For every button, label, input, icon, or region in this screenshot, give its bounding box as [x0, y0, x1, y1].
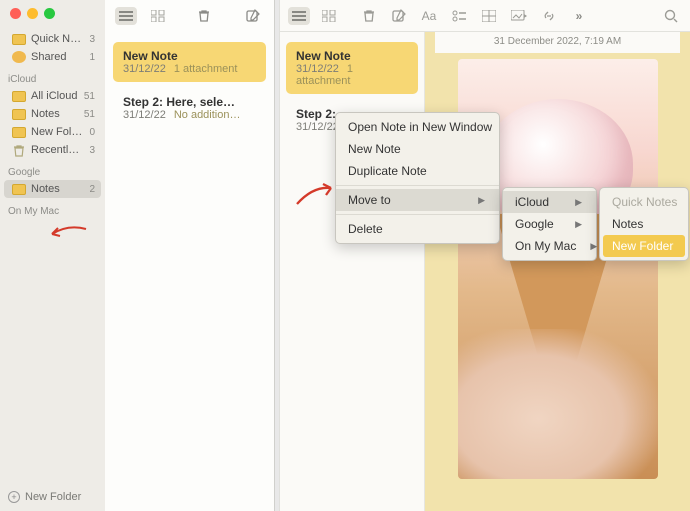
note-timestamp: 31 December 2022, 7:19 AM — [435, 32, 680, 53]
folder-icon — [12, 109, 26, 120]
sidebar-item-count: 3 — [89, 145, 95, 156]
grid-view-icon[interactable] — [147, 7, 169, 25]
sidebar-item-label: Quick No… — [31, 33, 84, 45]
window-controls — [10, 8, 55, 19]
note-subline: 31/12/221 attachment — [123, 63, 256, 75]
sidebar-item-count: 51 — [84, 91, 95, 102]
zoom-dot[interactable] — [44, 8, 55, 19]
sidebar-item-label: New Fol… — [31, 126, 82, 138]
note-title: New Note — [296, 49, 408, 63]
submenu-quicknotes: Quick Notes — [600, 191, 688, 213]
more-icon[interactable]: » — [568, 7, 590, 25]
submenu-icloud[interactable]: iCloud▶ — [503, 191, 596, 213]
annotation-arrow — [48, 225, 88, 239]
submenu-accounts: iCloud▶ Google▶ On My Mac▶ — [502, 187, 597, 261]
shared-icon — [12, 51, 26, 63]
chevron-right-icon: ▶ — [576, 241, 597, 252]
media-icon[interactable] — [508, 7, 530, 25]
checklist-icon[interactable] — [448, 7, 470, 25]
sidebar-item-label: Recently… — [31, 144, 84, 156]
folder-icon — [12, 127, 26, 138]
sidebar-item-recently[interactable]: Recently… 3 — [4, 141, 101, 159]
context-menu: Open Note in New Window New Note Duplica… — [335, 112, 500, 244]
window-notes-editor: Aa » New Note 31/12/221 attachment Step … — [279, 0, 690, 511]
close-dot[interactable] — [10, 8, 21, 19]
note-subline: 31/12/221 attachment — [296, 63, 408, 87]
list-view-icon[interactable] — [288, 7, 310, 25]
search-icon[interactable] — [660, 7, 682, 25]
link-icon[interactable] — [538, 7, 560, 25]
sidebar-item-count: 3 — [89, 34, 95, 45]
menu-separator — [336, 214, 499, 215]
sidebar-item-shared[interactable]: Shared 1 — [4, 48, 101, 66]
sidebar-section-icloud: iCloud — [0, 66, 105, 87]
note-subline: 31/12/22No addition… — [123, 109, 256, 121]
sidebar-section-onmymac: On My Mac — [0, 198, 105, 219]
note-editor: 31 December 2022, 7:19 AM — [425, 32, 690, 511]
submenu-google[interactable]: Google▶ — [503, 213, 596, 235]
menu-separator — [336, 185, 499, 186]
sidebar-item-newfolder[interactable]: New Fol… 0 — [4, 123, 101, 141]
plus-circle-icon: + — [8, 491, 20, 503]
compose-icon[interactable] — [242, 7, 264, 25]
note-card[interactable]: Step 2: Here, sele… 31/12/22No addition… — [113, 88, 266, 128]
chevron-right-icon: ▶ — [561, 219, 582, 230]
sidebar-item-count: 51 — [84, 109, 95, 120]
menu-move-to[interactable]: Move to▶ — [336, 189, 499, 211]
sidebar-item-count: 0 — [89, 127, 95, 138]
list-view-icon[interactable] — [115, 7, 137, 25]
editor-notes-list: New Note 31/12/221 attachment Step 2: 31… — [280, 32, 425, 511]
sidebar-item-allicloud[interactable]: All iCloud 51 — [4, 87, 101, 105]
folder-icon — [12, 184, 26, 195]
sidebar-item-notes[interactable]: Notes 51 — [4, 105, 101, 123]
list-toolbar — [105, 0, 274, 32]
note-card[interactable]: New Note 31/12/221 attachment — [286, 42, 418, 94]
trash-icon — [12, 144, 26, 156]
submenu-onmymac[interactable]: On My Mac▶ — [503, 235, 596, 257]
grid-view-icon[interactable] — [318, 7, 340, 25]
editor-toolbar: Aa » — [280, 0, 690, 32]
sidebar-item-count: 2 — [89, 184, 95, 195]
minimize-dot[interactable] — [27, 8, 38, 19]
submenu-newfolder[interactable]: New Folder — [603, 235, 685, 257]
sidebar-item-label: All iCloud — [31, 90, 77, 102]
folders-sidebar: Quick No… 3 Shared 1 iCloud All iCloud 5… — [0, 0, 105, 511]
new-folder-button[interactable]: + New Folder — [0, 485, 105, 511]
sidebar-item-count: 1 — [89, 52, 95, 63]
trash-icon[interactable] — [193, 7, 215, 25]
chevron-right-icon: ▶ — [464, 195, 485, 206]
submenu-folders: Quick Notes Notes New Folder — [599, 187, 689, 261]
window-notes-sidebar: Quick No… 3 Shared 1 iCloud All iCloud 5… — [0, 0, 275, 511]
folder-icon — [12, 91, 26, 102]
sidebar-item-label: Notes — [31, 108, 60, 120]
note-card[interactable]: New Note 31/12/221 attachment — [113, 42, 266, 82]
sidebar-item-label: Shared — [31, 51, 66, 63]
sidebar-item-label: Notes — [31, 183, 60, 195]
folder-icon — [12, 34, 26, 45]
note-title: New Note — [123, 49, 256, 63]
compose-icon[interactable] — [388, 7, 410, 25]
notes-list-pane: New Note 31/12/221 attachment Step 2: He… — [105, 0, 274, 511]
note-title: Step 2: Here, sele… — [123, 95, 256, 109]
sidebar-item-google-notes[interactable]: Notes 2 — [4, 180, 101, 198]
trash-icon[interactable] — [358, 7, 380, 25]
submenu-notes[interactable]: Notes — [600, 213, 688, 235]
sidebar-section-google: Google — [0, 159, 105, 180]
chevron-right-icon: ▶ — [561, 197, 582, 208]
format-text-icon[interactable]: Aa — [418, 7, 440, 25]
table-icon[interactable] — [478, 7, 500, 25]
menu-open-new-window[interactable]: Open Note in New Window — [336, 116, 499, 138]
menu-duplicate[interactable]: Duplicate Note — [336, 160, 499, 182]
menu-new-note[interactable]: New Note — [336, 138, 499, 160]
menu-delete[interactable]: Delete — [336, 218, 499, 240]
sidebar-item-quicknotes[interactable]: Quick No… 3 — [4, 30, 101, 48]
new-folder-label: New Folder — [25, 491, 81, 503]
